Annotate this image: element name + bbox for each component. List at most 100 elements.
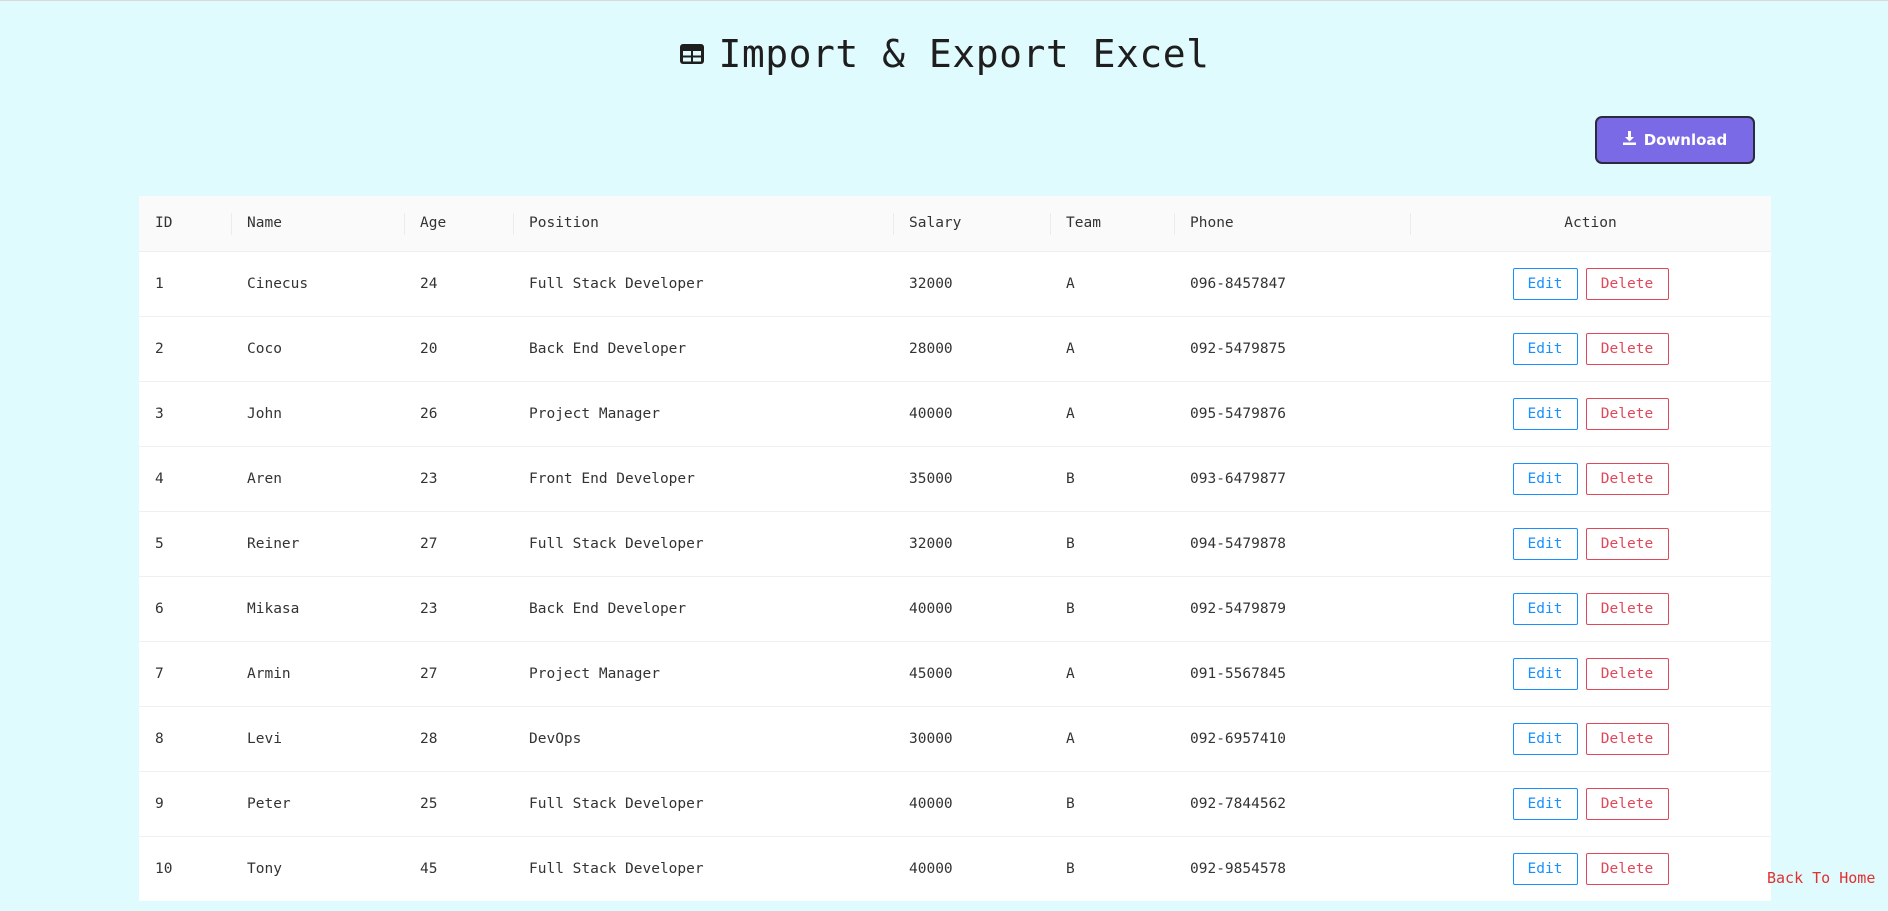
download-button[interactable]: Download — [1595, 116, 1755, 164]
back-to-home-link[interactable]: Back To Home — [1767, 869, 1875, 887]
cell-id: 4 — [139, 446, 231, 512]
page-title-text: Import & Export Excel — [718, 32, 1210, 76]
table-row: 7 Armin 27 Project Manager 45000 A 091-5567845… — [139, 641, 1771, 707]
edit-button[interactable]: Edit — [1512, 462, 1578, 495]
delete-button[interactable]: Delete — [1585, 592, 1669, 625]
column-header-age[interactable]: Age — [404, 196, 513, 252]
table-row: 9 Peter 25 Full Stack Developer 40000 B 092-78… — [139, 771, 1771, 837]
delete-button[interactable]: Delete — [1585, 852, 1669, 885]
cell-age: 24 — [404, 251, 513, 317]
table-row: 2 Coco 20 Back End Developer 28000 A 092-54798… — [139, 316, 1771, 382]
cell-age: 27 — [404, 511, 513, 577]
cell-id: 3 — [139, 381, 231, 447]
cell-phone: 092-7844562 — [1174, 771, 1410, 837]
cell-age: 20 — [404, 316, 513, 382]
cell-name: John — [231, 381, 404, 447]
cell-name: Armin — [231, 641, 404, 707]
delete-button[interactable]: Delete — [1585, 657, 1669, 690]
cell-position: Front End Developer — [513, 446, 893, 512]
cell-position: Full Stack Developer — [513, 251, 893, 317]
cell-position: Back End Developer — [513, 576, 893, 642]
column-header-name[interactable]: Name — [231, 196, 404, 252]
cell-team: B — [1050, 511, 1174, 577]
cell-name: Reiner — [231, 511, 404, 577]
cell-position: Full Stack Developer — [513, 836, 893, 901]
cell-phone: 095-5479876 — [1174, 381, 1410, 447]
cell-team: A — [1050, 641, 1174, 707]
edit-button[interactable]: Edit — [1512, 527, 1578, 560]
column-header-team[interactable]: Team — [1050, 196, 1174, 252]
edit-button[interactable]: Edit — [1512, 852, 1578, 885]
cell-action: Edit Delete — [1410, 511, 1771, 577]
cell-position: Full Stack Developer — [513, 771, 893, 837]
cell-salary: 45000 — [893, 641, 1050, 707]
table-header-row: ID Name Age Position Salary Team Phone A… — [139, 196, 1771, 252]
cell-action: Edit Delete — [1410, 576, 1771, 642]
edit-button[interactable]: Edit — [1512, 722, 1578, 755]
cell-salary: 40000 — [893, 836, 1050, 901]
edit-button[interactable]: Edit — [1512, 657, 1578, 690]
column-header-action: Action — [1410, 196, 1771, 252]
top-divider — [0, 0, 1888, 1]
cell-salary: 32000 — [893, 511, 1050, 577]
cell-action: Edit Delete — [1410, 836, 1771, 901]
cell-salary: 40000 — [893, 576, 1050, 642]
cell-salary: 32000 — [893, 251, 1050, 317]
delete-button[interactable]: Delete — [1585, 787, 1669, 820]
delete-button[interactable]: Delete — [1585, 397, 1669, 430]
edit-button[interactable]: Edit — [1512, 592, 1578, 625]
cell-team: B — [1050, 576, 1174, 642]
download-label: Download — [1643, 131, 1728, 149]
cell-salary: 40000 — [893, 771, 1050, 837]
table-row: 3 John 26 Project Manager 40000 A 095-5479876 E… — [139, 381, 1771, 447]
cell-action: Edit Delete — [1410, 706, 1771, 772]
cell-name: Mikasa — [231, 576, 404, 642]
cell-position: Back End Developer — [513, 316, 893, 382]
edit-button[interactable]: Edit — [1512, 267, 1578, 300]
cell-phone: 091-5567845 — [1174, 641, 1410, 707]
table-row: 6 Mikasa 23 Back End Developer 40000 B 092-547… — [139, 576, 1771, 642]
cell-phone: 092-6957410 — [1174, 706, 1410, 772]
cell-age: 23 — [404, 446, 513, 512]
edit-button[interactable]: Edit — [1512, 332, 1578, 365]
table-row: 10 Tony 45 Full Stack Developer 40000 B 092-98… — [139, 836, 1771, 901]
download-icon — [1622, 131, 1636, 149]
column-header-salary[interactable]: Salary — [893, 196, 1050, 252]
cell-position: Project Manager — [513, 641, 893, 707]
delete-button[interactable]: Delete — [1585, 527, 1669, 560]
table-body: 1 Cinecus 24 Full Stack Developer 32000 A 096-… — [139, 251, 1771, 901]
cell-phone: 093-6479877 — [1174, 446, 1410, 512]
cell-action: Edit Delete — [1410, 771, 1771, 837]
cell-salary: 30000 — [893, 706, 1050, 772]
delete-button[interactable]: Delete — [1585, 722, 1669, 755]
cell-phone: 094-5479878 — [1174, 511, 1410, 577]
cell-position: DevOps — [513, 706, 893, 772]
cell-team: A — [1050, 251, 1174, 317]
cell-salary: 28000 — [893, 316, 1050, 382]
cell-age: 23 — [404, 576, 513, 642]
cell-team: A — [1050, 381, 1174, 447]
delete-button[interactable]: Delete — [1585, 462, 1669, 495]
cell-position: Project Manager — [513, 381, 893, 447]
page-title: Import & Export Excel — [0, 32, 1888, 76]
table-row: 8 Levi 28 DevOps 30000 A 092-6957410 Edit Delete — [139, 706, 1771, 772]
cell-age: 25 — [404, 771, 513, 837]
delete-button[interactable]: Delete — [1585, 332, 1669, 365]
cell-salary: 40000 — [893, 381, 1050, 447]
edit-button[interactable]: Edit — [1512, 787, 1578, 820]
cell-id: 10 — [139, 836, 231, 901]
cell-name: Aren — [231, 446, 404, 512]
cell-id: 7 — [139, 641, 231, 707]
employee-table: ID Name Age Position Salary Team Phone A… — [139, 196, 1771, 901]
delete-button[interactable]: Delete — [1585, 267, 1669, 300]
column-header-id[interactable]: ID — [139, 196, 231, 252]
cell-team: A — [1050, 706, 1174, 772]
cell-action: Edit Delete — [1410, 251, 1771, 317]
column-header-phone[interactable]: Phone — [1174, 196, 1410, 252]
table-row: 4 Aren 23 Front End Developer 35000 B 093-6479… — [139, 446, 1771, 512]
cell-name: Peter — [231, 771, 404, 837]
column-header-position[interactable]: Position — [513, 196, 893, 252]
edit-button[interactable]: Edit — [1512, 397, 1578, 430]
cell-name: Cinecus — [231, 251, 404, 317]
cell-team: B — [1050, 446, 1174, 512]
